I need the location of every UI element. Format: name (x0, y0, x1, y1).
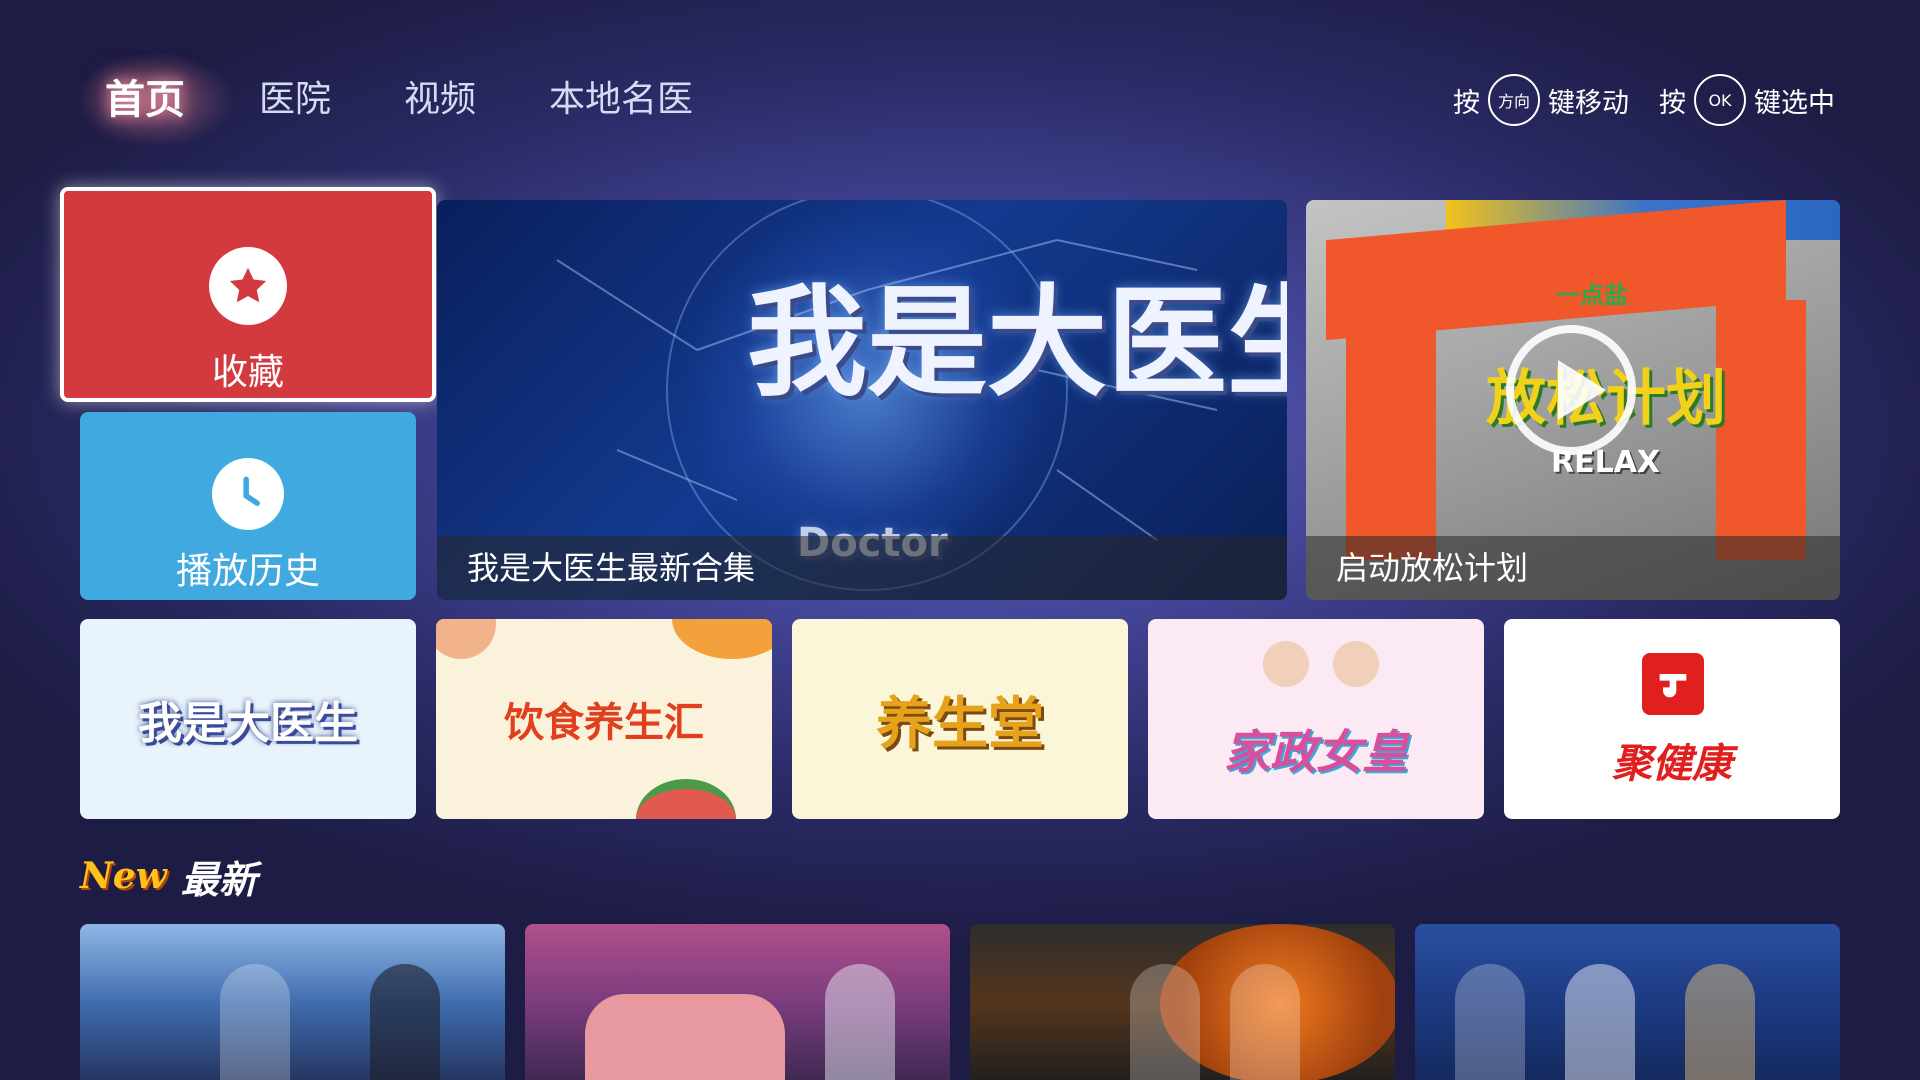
top-nav: 首页 医院 视频 本地名医 按 方向 键移动 按 OK 键选中 (0, 0, 1920, 160)
favorites-label: 收藏 (211, 352, 284, 393)
person-figure (220, 964, 290, 1080)
person-figure (1565, 964, 1635, 1080)
mouth-prop-decoration (585, 994, 785, 1080)
host-face-decoration-2 (1333, 641, 1379, 687)
person-figure (1230, 964, 1300, 1080)
ok-key-icon: OK (1694, 74, 1746, 126)
clock-icon (212, 458, 284, 530)
banner-caption: 我是大医生最新合集 (437, 536, 1287, 600)
play-history-label: 播放历史 (175, 551, 320, 592)
banner-doctor-collection[interactable]: 我是大医生 Doctor 我是大医生最新合集 (437, 200, 1287, 600)
host-face-decoration (1263, 641, 1309, 687)
channel-logo-jujiankang: 聚健康 (1612, 741, 1732, 787)
person-figure (1685, 964, 1755, 1080)
banner-caption: 启动放松计划 (1306, 536, 1840, 600)
orange-frame-left (1346, 300, 1436, 560)
star-icon (209, 247, 287, 325)
orange-decoration (672, 619, 772, 659)
watermelon-decoration (636, 779, 736, 819)
play-icon (1558, 360, 1606, 420)
play-history-tile[interactable]: 播放历史 (80, 412, 416, 600)
person-figure (370, 964, 440, 1080)
latest-video-3[interactable] (970, 924, 1395, 1080)
hint-press-label: 按 (1453, 87, 1480, 119)
favorites-tile[interactable]: 收藏 (60, 187, 436, 402)
hint-press-label-2: 按 (1659, 87, 1686, 119)
hint-move-label: 键移动 (1548, 87, 1629, 119)
channel-logo-diet: 饮食养生汇 (504, 700, 704, 746)
channel-tile-doctor[interactable]: 我是大医生 (80, 619, 416, 819)
channel-logo-yangshengtang: 养生堂 (876, 691, 1044, 757)
jujiankang-logo-icon (1642, 653, 1704, 715)
person-figure (1455, 964, 1525, 1080)
channel-tile-diet[interactable]: 饮食养生汇 (436, 619, 772, 819)
channel-logo-doctor: 我是大医生 (138, 698, 358, 749)
tab-local-doctors[interactable]: 本地名医 (549, 72, 693, 128)
orange-frame-right (1716, 300, 1806, 560)
channel-tile-housekeeping[interactable]: 家政女皇 (1148, 619, 1484, 819)
banner-relax-plan[interactable]: 一点盐 放松计划 RELAX 启动放松计划 (1306, 200, 1840, 600)
brand-logo: 一点盐 (1556, 281, 1628, 309)
person-figure (825, 964, 895, 1080)
hint-select-label: 键选中 (1754, 87, 1835, 119)
tab-hospital[interactable]: 医院 (259, 72, 331, 128)
tab-video[interactable]: 视频 (404, 72, 476, 128)
channel-tile-jujiankang[interactable]: 聚健康 (1504, 619, 1840, 819)
banner-title-art: 我是大医生 (747, 274, 1287, 413)
channel-logo-housekeeping: 家政女皇 (1224, 725, 1408, 779)
latest-video-1[interactable] (80, 924, 505, 1080)
person-figure (1130, 964, 1200, 1080)
channel-tile-yangshengtang[interactable]: 养生堂 (792, 619, 1128, 819)
section-title: 最新 (180, 857, 257, 902)
latest-video-4[interactable] (1415, 924, 1840, 1080)
grapefruit-decoration (436, 619, 496, 659)
new-badge: New (80, 855, 167, 897)
navigation-hint: 按 方向 键移动 按 OK 键选中 (1453, 74, 1835, 126)
direction-key-icon: 方向 (1488, 74, 1540, 126)
tab-home[interactable]: 首页 (75, 52, 235, 148)
latest-video-2[interactable] (525, 924, 950, 1080)
section-header-latest: New 最新 (80, 852, 257, 902)
